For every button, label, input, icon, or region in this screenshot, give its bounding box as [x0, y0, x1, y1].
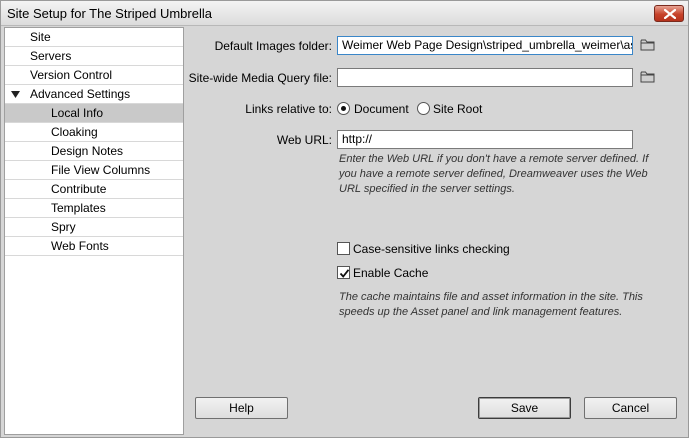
- media-query-input[interactable]: [337, 68, 633, 87]
- sidebar-item-label: Web Fonts: [51, 239, 109, 253]
- radio-selected-dot: [341, 106, 346, 111]
- sidebar-item-label: Spry: [51, 220, 76, 234]
- sidebar-item-version-control[interactable]: Version Control: [5, 66, 183, 85]
- media-query-label: Site-wide Media Query file:: [188, 71, 332, 85]
- enable-cache-checkbox[interactable]: [337, 266, 350, 279]
- checkmark-icon: [339, 269, 350, 278]
- browse-folder-icon[interactable]: [640, 70, 655, 83]
- default-images-input[interactable]: Weimer Web Page Design\striped_umbrella_…: [337, 36, 633, 55]
- web-url-label: Web URL:: [276, 133, 332, 147]
- sidebar-item-templates[interactable]: Templates: [5, 199, 183, 218]
- sidebar-item-local-info[interactable]: Local Info: [5, 104, 183, 123]
- sidebar-item-contribute[interactable]: Contribute: [5, 180, 183, 199]
- sidebar-item-label: Design Notes: [51, 144, 124, 158]
- sidebar-item-advanced-settings[interactable]: Advanced Settings: [5, 85, 183, 104]
- cancel-button[interactable]: Cancel: [584, 397, 677, 419]
- sidebar-item-label: Cloaking: [51, 125, 98, 139]
- cache-note: The cache maintains file and asset infor…: [339, 291, 643, 318]
- sidebar-item-label: File View Columns: [51, 163, 151, 177]
- sidebar-item-servers[interactable]: Servers: [5, 47, 183, 66]
- sidebar-item-web-fonts[interactable]: Web Fonts: [5, 237, 183, 256]
- case-sensitive-label[interactable]: Case-sensitive links checking: [353, 242, 510, 256]
- links-relative-label: Links relative to:: [245, 102, 332, 116]
- close-button[interactable]: [654, 5, 684, 22]
- sidebar-item-label: Local Info: [51, 106, 104, 120]
- save-button[interactable]: Save: [478, 397, 571, 419]
- triangle-down-icon[interactable]: [11, 91, 20, 98]
- radio-site-root-label[interactable]: Site Root: [433, 102, 482, 116]
- local-info-panel: Default Images folder: Weimer Web Page D…: [184, 27, 688, 437]
- sidebar-item-design-notes[interactable]: Design Notes: [5, 142, 183, 161]
- sidebar-item-site[interactable]: Site: [5, 28, 183, 47]
- sidebar-item-label: Advanced Settings: [30, 87, 131, 101]
- sidebar-item-label: Version Control: [30, 68, 113, 82]
- sidebar-item-file-view-columns[interactable]: File View Columns: [5, 161, 183, 180]
- sidebar-item-label: Servers: [30, 49, 72, 63]
- sidebar-item-spry[interactable]: Spry: [5, 218, 183, 237]
- sidebar-item-label: Templates: [51, 201, 106, 215]
- sidebar-item-cloaking[interactable]: Cloaking: [5, 123, 183, 142]
- close-icon: [664, 9, 676, 19]
- default-images-label: Default Images folder:: [214, 39, 332, 53]
- radio-site-root[interactable]: [417, 102, 430, 115]
- web-url-note: Enter the Web URL if you don't have a re…: [339, 153, 649, 195]
- help-button[interactable]: Help: [195, 397, 288, 419]
- sidebar-item-label: Contribute: [51, 182, 107, 196]
- window-title: Site Setup for The Striped Umbrella: [7, 6, 212, 21]
- category-list: Site Servers Version Control Advanced Se…: [4, 27, 184, 435]
- site-setup-dialog: Site Setup for The Striped Umbrella Site…: [0, 0, 689, 438]
- radio-document-label[interactable]: Document: [354, 102, 409, 116]
- web-url-input[interactable]: http://: [337, 130, 633, 149]
- browse-folder-icon[interactable]: [640, 38, 655, 51]
- case-sensitive-checkbox[interactable]: [337, 242, 350, 255]
- enable-cache-label[interactable]: Enable Cache: [353, 266, 428, 280]
- title-bar[interactable]: Site Setup for The Striped Umbrella: [1, 1, 688, 26]
- radio-document[interactable]: [337, 102, 350, 115]
- sidebar-item-label: Site: [30, 30, 51, 44]
